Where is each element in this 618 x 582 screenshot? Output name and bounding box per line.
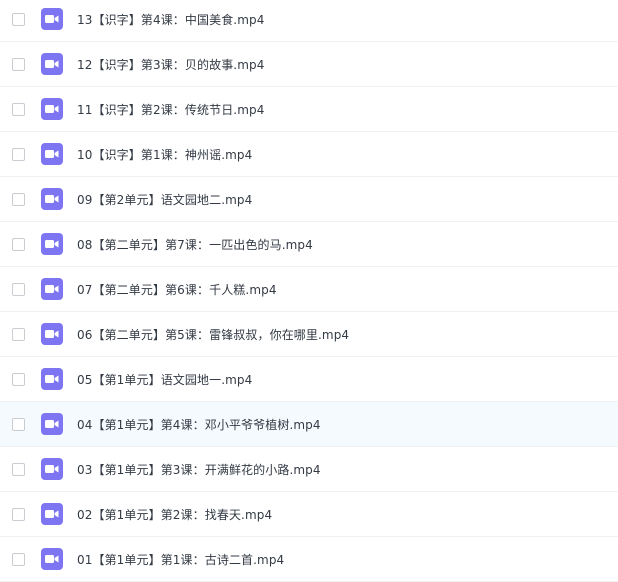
file-row[interactable]: 12【识字】第3课：贝的故事.mp4: [0, 42, 618, 87]
file-name[interactable]: 13【识字】第4课：中国美食.mp4: [77, 11, 264, 28]
file-row[interactable]: 10【识字】第1课：神州谣.mp4: [0, 132, 618, 177]
file-row[interactable]: 05【第1单元】语文园地一.mp4: [0, 357, 618, 402]
file-name[interactable]: 11【识字】第2课：传统节日.mp4: [77, 101, 264, 118]
file-name[interactable]: 10【识字】第1课：神州谣.mp4: [77, 146, 252, 163]
file-name[interactable]: 08【第二单元】第7课：一匹出色的马.mp4: [77, 236, 313, 253]
row-checkbox[interactable]: [12, 102, 25, 116]
video-file-icon: [41, 98, 63, 120]
video-file-icon: [41, 323, 63, 345]
file-row[interactable]: 07【第二单元】第6课：千人糕.mp4: [0, 267, 618, 312]
file-row[interactable]: 13【识字】第4课：中国美食.mp4: [0, 0, 618, 42]
file-list: 13【识字】第4课：中国美食.mp4 12【识字】第3课：贝的故事.mp4 11【识…: [0, 0, 618, 582]
file-name[interactable]: 09【第2单元】语文园地二.mp4: [77, 191, 252, 208]
file-row[interactable]: 06【第二单元】第5课：雷锋叔叔，你在哪里.mp4: [0, 312, 618, 357]
file-name[interactable]: 01【第1单元】第1课：古诗二首.mp4: [77, 551, 284, 568]
file-row[interactable]: 08【第二单元】第7课：一匹出色的马.mp4: [0, 222, 618, 267]
file-row[interactable]: 01【第1单元】第1课：古诗二首.mp4: [0, 537, 618, 582]
row-checkbox[interactable]: [12, 327, 25, 341]
row-checkbox[interactable]: [12, 552, 25, 566]
file-name[interactable]: 05【第1单元】语文园地一.mp4: [77, 371, 252, 388]
file-row[interactable]: 03【第1单元】第3课：开满鲜花的小路.mp4: [0, 447, 618, 492]
file-name[interactable]: 07【第二单元】第6课：千人糕.mp4: [77, 281, 277, 298]
file-name[interactable]: 04【第1单元】第4课：邓小平爷爷植树.mp4: [77, 416, 321, 433]
file-row[interactable]: 11【识字】第2课：传统节日.mp4: [0, 87, 618, 132]
video-file-icon: [41, 143, 63, 165]
file-row[interactable]: 09【第2单元】语文园地二.mp4: [0, 177, 618, 222]
row-checkbox[interactable]: [12, 462, 25, 476]
row-checkbox[interactable]: [12, 237, 25, 251]
row-checkbox[interactable]: [12, 12, 25, 26]
video-file-icon: [41, 413, 63, 435]
video-file-icon: [41, 53, 63, 75]
video-file-icon: [41, 188, 63, 210]
video-file-icon: [41, 548, 63, 570]
row-checkbox[interactable]: [12, 507, 25, 521]
video-file-icon: [41, 503, 63, 525]
video-file-icon: [41, 233, 63, 255]
row-checkbox[interactable]: [12, 372, 25, 386]
video-file-icon: [41, 278, 63, 300]
file-name[interactable]: 12【识字】第3课：贝的故事.mp4: [77, 56, 264, 73]
row-checkbox[interactable]: [12, 57, 25, 71]
video-file-icon: [41, 458, 63, 480]
row-checkbox[interactable]: [12, 417, 25, 431]
row-checkbox[interactable]: [12, 282, 25, 296]
file-name[interactable]: 06【第二单元】第5课：雷锋叔叔，你在哪里.mp4: [77, 326, 349, 343]
video-file-icon: [41, 8, 63, 30]
row-checkbox[interactable]: [12, 147, 25, 161]
row-checkbox[interactable]: [12, 192, 25, 206]
file-row[interactable]: 02【第1单元】第2课：找春天.mp4: [0, 492, 618, 537]
file-name[interactable]: 02【第1单元】第2课：找春天.mp4: [77, 506, 272, 523]
file-name[interactable]: 03【第1单元】第3课：开满鲜花的小路.mp4: [77, 461, 321, 478]
video-file-icon: [41, 368, 63, 390]
file-row[interactable]: 04【第1单元】第4课：邓小平爷爷植树.mp4: [0, 402, 618, 447]
